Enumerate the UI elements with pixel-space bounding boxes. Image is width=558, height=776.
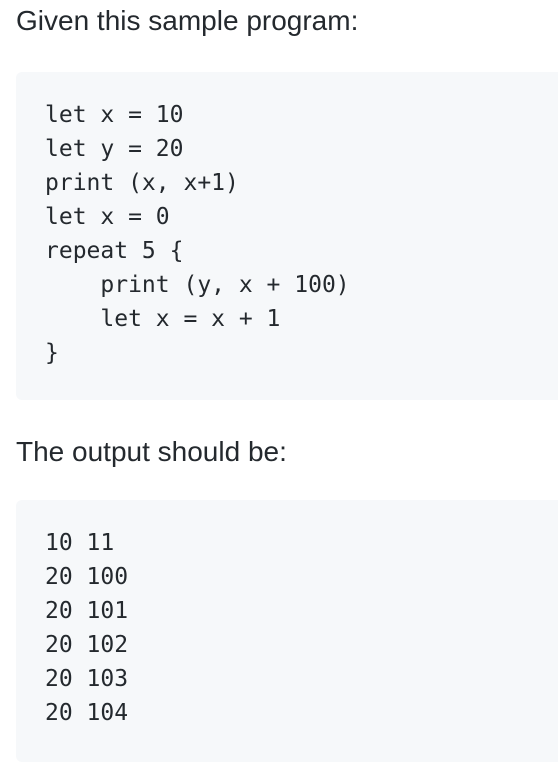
program-line: let x = 0	[45, 204, 170, 230]
output-line: 10 11	[45, 530, 115, 556]
output-code-block: 10 11 20 100 20 101 20 102 20 103 20 104	[16, 500, 558, 762]
program-line: print (x, x+1)	[45, 170, 239, 196]
output-line: 20 102	[45, 632, 129, 658]
output-line: 20 101	[45, 598, 129, 624]
program-line: let x = x + 1	[45, 306, 281, 332]
program-line: print (y, x + 100)	[45, 272, 350, 298]
program-line: }	[45, 340, 59, 366]
output-line: 20 103	[45, 666, 129, 692]
intro-text: Given this sample program:	[16, 5, 359, 36]
program-line: let y = 20	[45, 136, 184, 162]
output-intro-text: The output should be:	[16, 436, 287, 467]
program-code-block: let x = 10 let y = 20 print (x, x+1) let…	[16, 72, 558, 400]
output-line: 20 104	[45, 700, 129, 726]
program-line: repeat 5 {	[45, 238, 184, 264]
output-line: 20 100	[45, 564, 129, 590]
program-line: let x = 10	[45, 102, 184, 128]
